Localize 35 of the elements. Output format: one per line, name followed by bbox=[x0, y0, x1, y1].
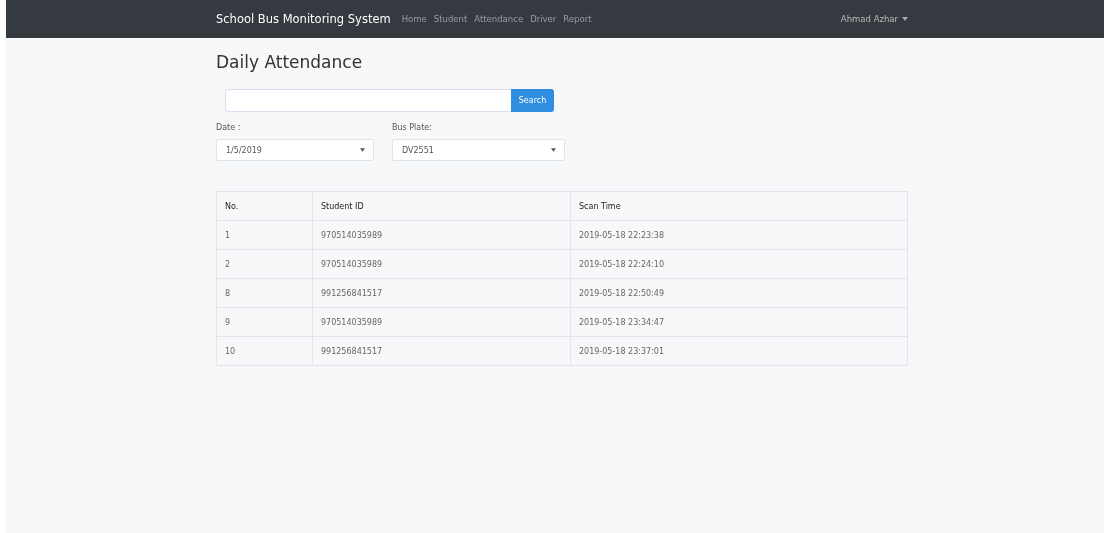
nav-link[interactable]: Home bbox=[401, 14, 427, 24]
column-header: Student ID bbox=[312, 191, 571, 221]
table-cell: 991256841517 bbox=[312, 278, 571, 308]
table-cell: 2019-05-18 22:23:38 bbox=[570, 220, 908, 250]
page-title: Daily Attendance bbox=[216, 52, 364, 72]
table-cell: 2019-05-18 23:37:01 bbox=[570, 336, 908, 366]
brand-link[interactable]: School Bus Monitoring System bbox=[216, 12, 391, 26]
filter-label: Bus Plate: bbox=[392, 123, 433, 132]
table-cell: 2019-05-18 22:24:10 bbox=[570, 249, 908, 279]
table-cell: 2 bbox=[216, 249, 313, 279]
table-cell: 10 bbox=[216, 336, 313, 366]
nav-link[interactable]: Attendance bbox=[474, 14, 524, 24]
nav-link[interactable]: Report bbox=[563, 14, 592, 24]
table-cell: 970514035989 bbox=[312, 220, 571, 250]
column-header: No. bbox=[216, 191, 313, 221]
caret-icon bbox=[902, 17, 908, 21]
user-menu[interactable]: Ahmad Azhar bbox=[840, 14, 908, 24]
search-button[interactable]: Search bbox=[511, 89, 554, 112]
table-cell: 9 bbox=[216, 307, 313, 337]
caret-icon bbox=[360, 148, 365, 152]
dropdown[interactable]: 1/5/2019 bbox=[216, 139, 374, 161]
dropdown[interactable]: DV2551 bbox=[392, 139, 565, 161]
nav-link[interactable]: Driver bbox=[530, 14, 557, 24]
table-cell: 970514035989 bbox=[312, 249, 571, 279]
nav-link[interactable]: Student bbox=[433, 14, 468, 24]
filter-label: Date : bbox=[216, 123, 242, 132]
table-cell: 2019-05-18 22:50:49 bbox=[570, 278, 908, 308]
table-cell: 991256841517 bbox=[312, 336, 571, 366]
table-cell: 970514035989 bbox=[312, 307, 571, 337]
caret-icon bbox=[551, 148, 556, 152]
table-cell: 8 bbox=[216, 278, 313, 308]
column-header: Scan Time bbox=[570, 191, 908, 221]
table-cell: 1 bbox=[216, 220, 313, 250]
table-cell: 2019-05-18 23:34:47 bbox=[570, 307, 908, 337]
search-field[interactable] bbox=[225, 89, 511, 112]
